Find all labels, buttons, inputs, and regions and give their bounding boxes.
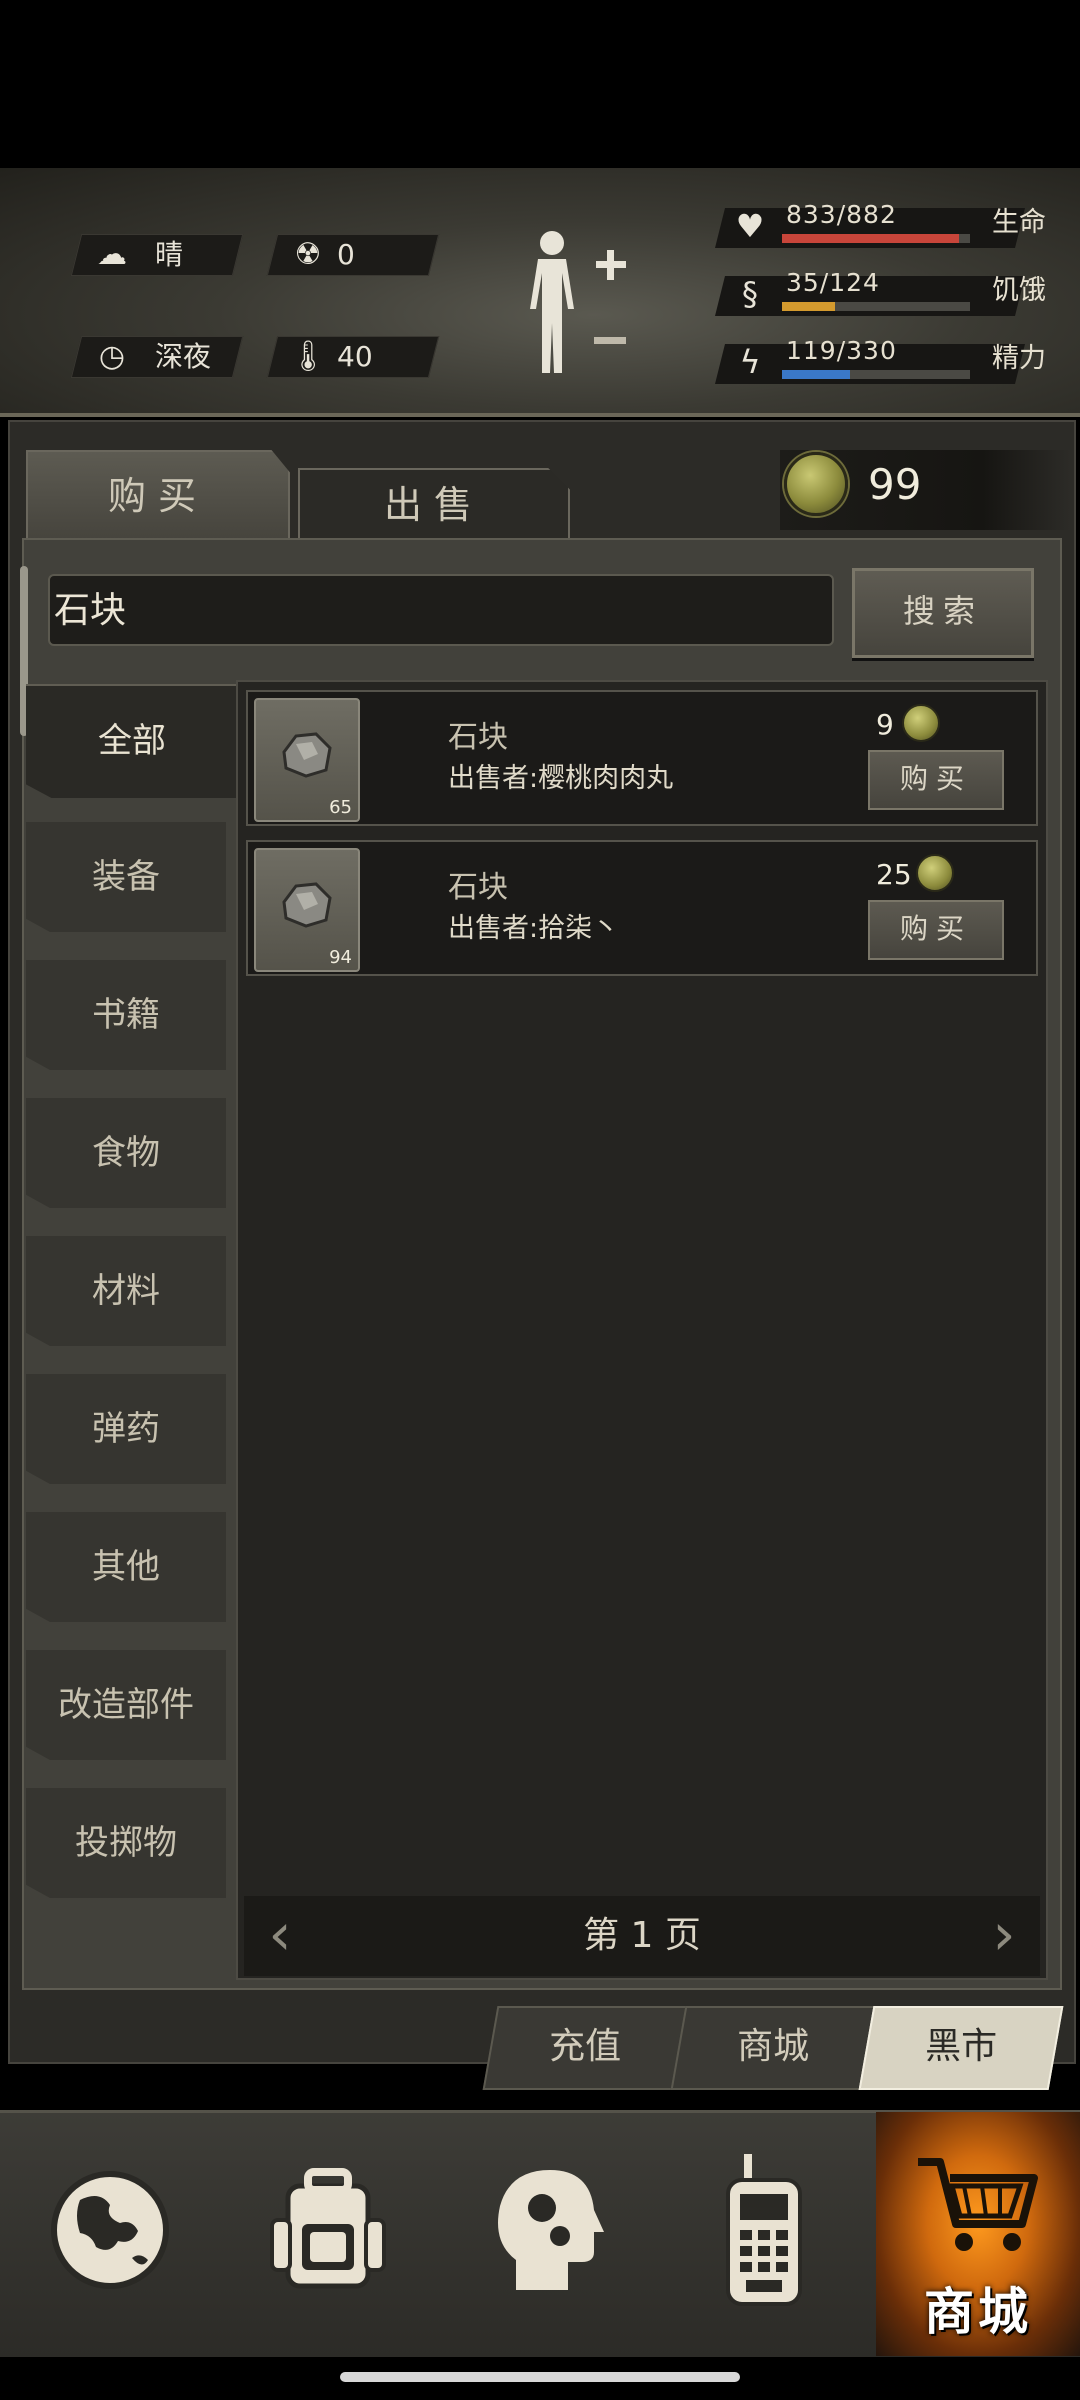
- hunger-label: 饥饿: [992, 275, 1046, 306]
- search-button[interactable]: 搜索: [852, 568, 1034, 658]
- next-page-icon[interactable]: ›: [974, 1896, 1034, 1976]
- health-label: 生命: [992, 207, 1046, 238]
- health-bar: [782, 234, 960, 243]
- category-ammo[interactable]: 弹药: [26, 1374, 226, 1484]
- temperature-value: 40: [337, 340, 373, 373]
- page-indicator: 第 1 页: [583, 1915, 701, 1956]
- price-coin-icon: [916, 854, 954, 892]
- list-item[interactable]: 94 石块 出售者:拾柒丶 25 购买: [246, 840, 1038, 976]
- energy-stat: ϟ 119/330 精力: [715, 336, 1060, 384]
- item-quantity: 65: [329, 797, 352, 818]
- rock-icon: [282, 882, 332, 928]
- nav-shop-label: 商城: [924, 2283, 1032, 2341]
- item-seller: 出售者:樱桃肉肉丸: [448, 763, 674, 794]
- buy-button[interactable]: 购买: [868, 750, 1004, 810]
- category-all[interactable]: 全部: [26, 684, 238, 798]
- home-indicator[interactable]: [340, 2372, 740, 2382]
- item-name: 石块: [448, 870, 508, 905]
- item-slot: 65: [254, 698, 360, 822]
- radiation-chip: ☢ 0: [266, 234, 440, 276]
- item-slot: 94: [254, 848, 360, 972]
- hunger-bar: [782, 302, 836, 311]
- backpack-icon[interactable]: [258, 2150, 398, 2310]
- coin-count: 99: [868, 460, 922, 509]
- tab-sell[interactable]: 出售: [298, 468, 570, 540]
- shopping-cart-icon: [918, 2158, 1038, 2251]
- item-quantity: 94: [329, 947, 352, 968]
- hunger-value: 35/124: [786, 268, 880, 297]
- radiation-icon: ☢: [294, 237, 322, 272]
- radio-icon[interactable]: [694, 2150, 834, 2310]
- prev-page-icon[interactable]: ‹: [250, 1896, 310, 1976]
- health-stat: ♥ 833/882 生命: [715, 200, 1060, 248]
- category-food[interactable]: 食物: [26, 1098, 226, 1208]
- body-status-icon[interactable]: [520, 225, 630, 385]
- energy-label: 精力: [992, 343, 1046, 374]
- temperature-chip: 🌡 40: [266, 336, 440, 378]
- tab-buy[interactable]: 购买: [26, 450, 290, 540]
- item-price: 9: [876, 708, 894, 741]
- tab-black-market[interactable]: 黑市: [858, 2006, 1064, 2090]
- heart-pulse-icon: ♥: [735, 207, 765, 245]
- hunger-stat: § 35/124 饥饿: [715, 268, 1060, 316]
- item-price: 25: [876, 858, 912, 891]
- category-throwables[interactable]: 投掷物: [26, 1788, 226, 1898]
- category-equipment[interactable]: 装备: [26, 822, 226, 932]
- tab-store-label: 商城: [737, 2026, 810, 2067]
- world-map-icon[interactable]: [40, 2150, 180, 2310]
- cloud-sun-icon: ☁: [97, 237, 127, 272]
- skills-head-icon[interactable]: [476, 2150, 616, 2310]
- item-name: 石块: [448, 720, 508, 755]
- buy-button[interactable]: 购买: [868, 900, 1004, 960]
- tab-recharge[interactable]: 充值: [482, 2006, 688, 2090]
- energy-head-icon: ϟ: [739, 343, 761, 381]
- bottle-cap-coin-icon: [784, 452, 848, 516]
- energy-bar: [782, 370, 850, 379]
- energy-value: 119/330: [786, 336, 897, 365]
- category-other[interactable]: 其他: [26, 1512, 226, 1622]
- thermometer-icon: 🌡: [288, 339, 328, 374]
- item-seller: 出售者:拾柒丶: [448, 913, 620, 944]
- time-value: 深夜: [155, 340, 212, 373]
- clock-icon: ◷: [98, 339, 126, 374]
- price-coin-icon: [902, 704, 940, 742]
- health-value: 833/882: [786, 200, 897, 229]
- nav-shop[interactable]: 商城: [876, 2112, 1080, 2356]
- tab-black-market-label: 黑市: [925, 2026, 998, 2067]
- search-input[interactable]: 石块: [48, 574, 834, 646]
- pager: 第 1 页 ‹ ›: [244, 1896, 1040, 1976]
- category-books[interactable]: 书籍: [26, 960, 226, 1070]
- weather-value: 晴: [155, 238, 184, 271]
- tab-recharge-label: 充值: [549, 2026, 622, 2067]
- tab-store[interactable]: 商城: [670, 2006, 876, 2090]
- weather-chip: ☁ 晴: [70, 234, 244, 276]
- list-item[interactable]: 65 石块 出售者:樱桃肉肉丸 9 购买: [246, 690, 1038, 826]
- radiation-value: 0: [337, 238, 355, 271]
- category-mod-parts[interactable]: 改造部件: [26, 1650, 226, 1760]
- stomach-icon: §: [742, 275, 758, 313]
- time-chip: ◷ 深夜: [70, 336, 244, 378]
- category-materials[interactable]: 材料: [26, 1236, 226, 1346]
- rock-icon: [282, 732, 332, 778]
